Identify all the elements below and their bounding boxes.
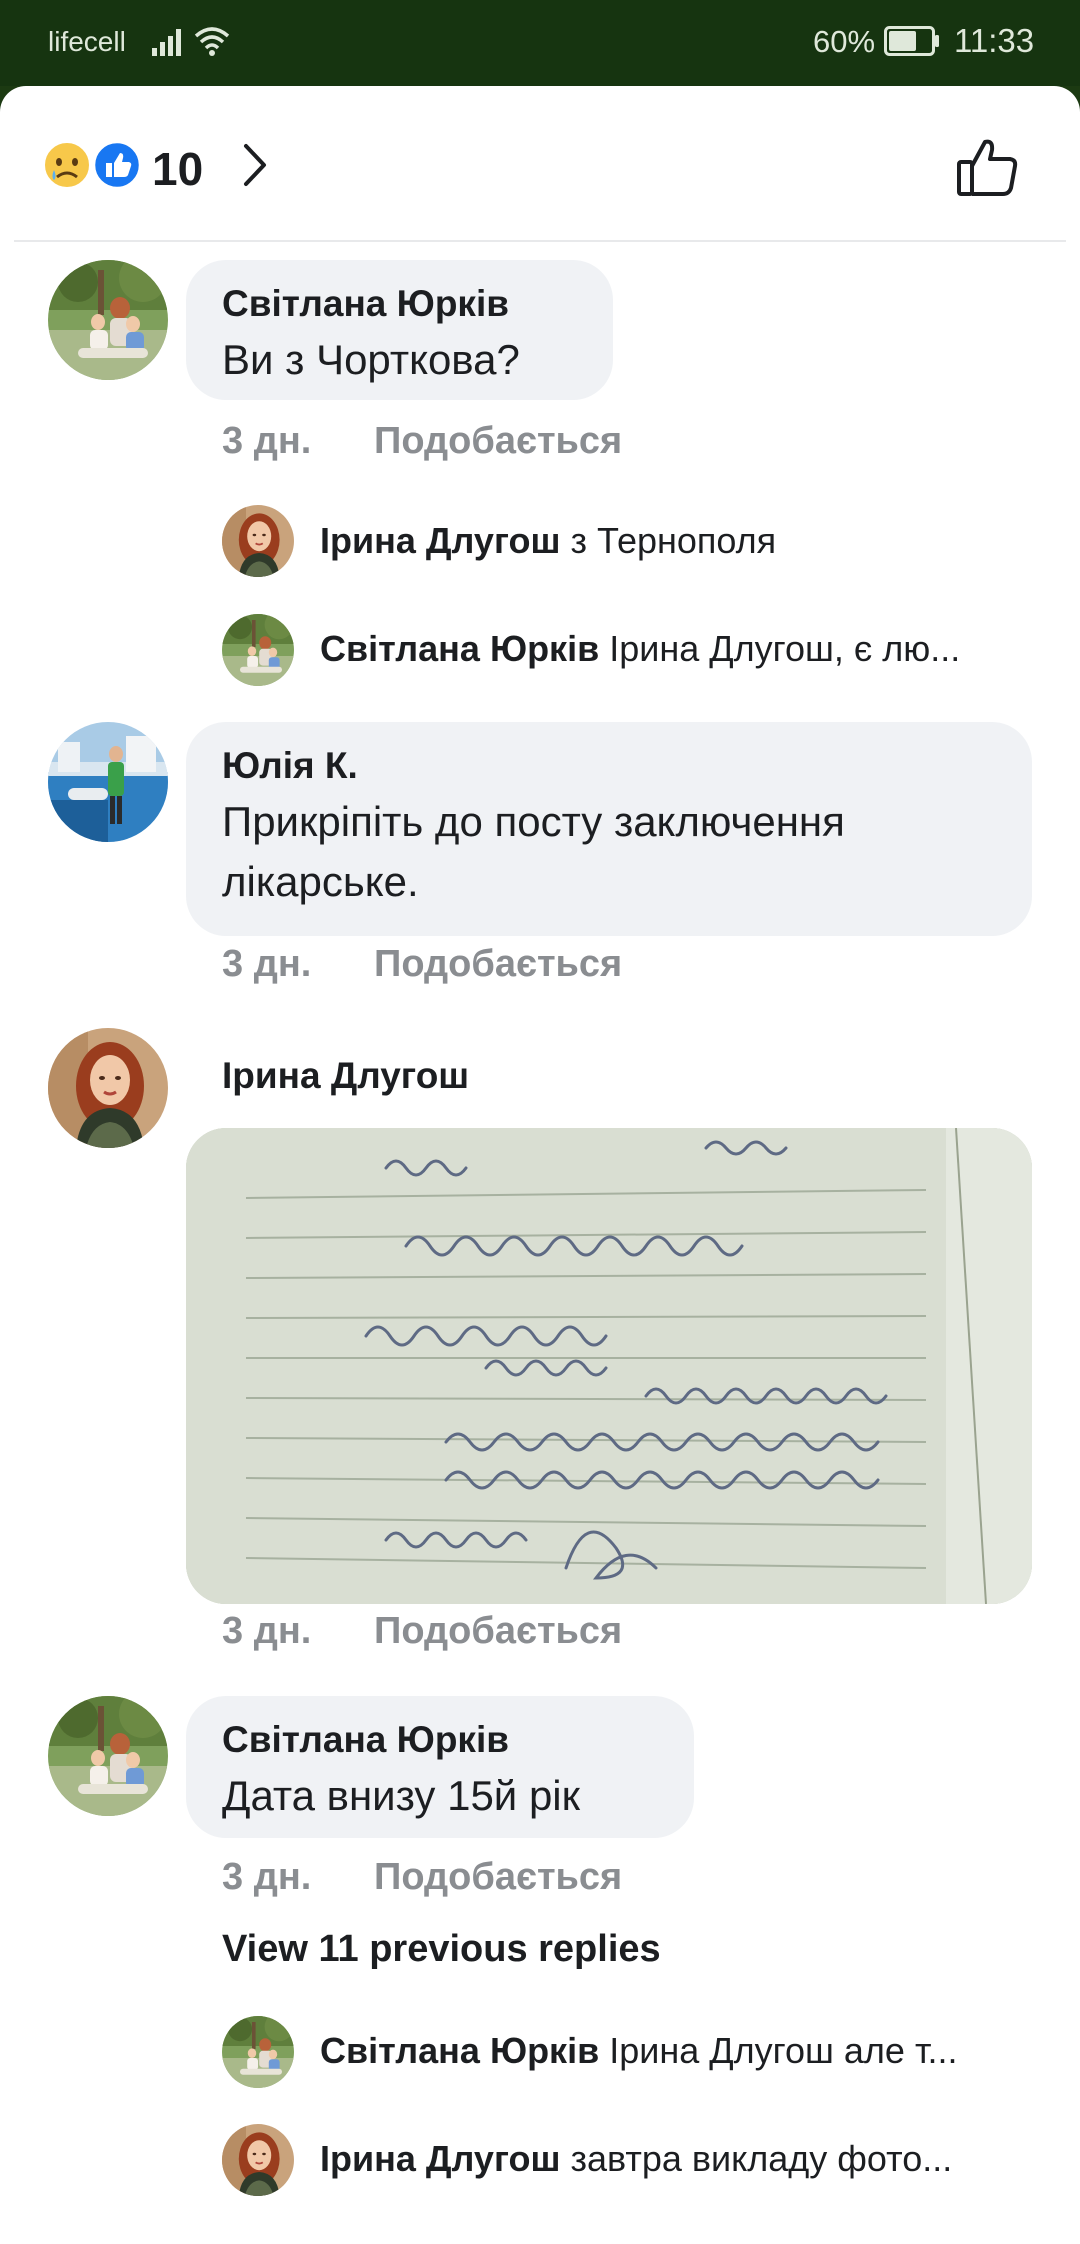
sad-face-icon[interactable] (42, 140, 92, 190)
comment-author[interactable]: Юлія К. (222, 744, 996, 788)
avatar-iryna[interactable] (48, 1028, 168, 1148)
like-link[interactable]: Подобається (374, 1610, 622, 1652)
reply-author: Ірина Длугош (320, 2138, 561, 2179)
comment-meta: 3 дн. Подобається (222, 1610, 622, 1653)
signal-icon (152, 29, 181, 56)
reply-row[interactable]: Світлана Юрків Ірина Длугош але т... (320, 2030, 957, 2072)
header-divider (14, 240, 1066, 242)
like-icon[interactable] (92, 140, 142, 190)
comment-age: 3 дн. (222, 1856, 312, 1898)
like-link[interactable]: Подобається (374, 1856, 622, 1898)
chevron-right-icon[interactable] (238, 140, 272, 190)
comment-age: 3 дн. (222, 1610, 312, 1652)
avatar-svitlana[interactable] (48, 1696, 168, 1816)
reply-text: Ірина Длугош, є лю... (609, 628, 961, 669)
document-photo-image (186, 1128, 1032, 1604)
comment-meta: 3 дн. Подобається (222, 943, 622, 986)
reply-text: завтра викладу фото... (570, 2138, 953, 2179)
battery-percent: 60% (813, 24, 876, 59)
comment-meta: 3 дн. Подобається (222, 420, 622, 463)
reply-author: Ірина Длугош (320, 520, 561, 561)
battery-icon (884, 26, 939, 56)
comments-sheet: 10 Світлана Юрків Ви з Чорткова? 3 дн. По… (0, 86, 1080, 2244)
wifi-icon (194, 27, 230, 56)
comment-text: Прикріпіть до посту заключення лікарське… (222, 798, 845, 905)
avatar-iryna[interactable] (222, 2124, 294, 2196)
reply-author: Світлана Юрків (320, 628, 600, 669)
comment-text: Дата внизу 15й рік (222, 1772, 581, 1819)
carrier-label: lifecell (48, 26, 126, 57)
avatar-svitlana[interactable] (222, 2016, 294, 2088)
reply-text: Ірина Длугош але т... (609, 2030, 958, 2071)
reactions-header: 10 (0, 86, 1080, 242)
like-link[interactable]: Подобається (374, 420, 622, 462)
comment-author[interactable]: Світлана Юрків (222, 1718, 658, 1762)
avatar-svitlana[interactable] (48, 260, 168, 380)
comment-author[interactable]: Ірина Длугош (222, 1054, 469, 1098)
reply-row[interactable]: Світлана Юрків Ірина Длугош, є лю... (320, 628, 960, 670)
comment-age: 3 дн. (222, 420, 312, 462)
comment-age: 3 дн. (222, 943, 312, 985)
avatar-svitlana[interactable] (222, 614, 294, 686)
comment-meta: 3 дн. Подобається (222, 1856, 622, 1899)
comment-text: Ви з Чорткова? (222, 336, 520, 383)
reply-row[interactable]: Ірина Длугош з Тернополя (320, 520, 776, 562)
like-link[interactable]: Подобається (374, 943, 622, 985)
comment-bubble: Юлія К. Прикріпіть до посту заключення л… (186, 722, 1032, 936)
reply-row[interactable]: Ірина Длугош завтра викладу фото... (320, 2138, 952, 2180)
reaction-count[interactable]: 10 (152, 142, 203, 196)
like-outline-icon[interactable] (955, 134, 1021, 200)
reply-author: Світлана Юрків (320, 2030, 600, 2071)
view-previous-replies-link[interactable]: View 11 previous replies (222, 1928, 661, 1971)
clock: 11:33 (954, 22, 1035, 59)
avatar-yulia[interactable] (48, 722, 168, 842)
reply-text: з Тернополя (570, 520, 777, 561)
status-bar: lifecell 60% 11:33 (0, 0, 1080, 86)
avatar-iryna[interactable] (222, 505, 294, 577)
comment-author[interactable]: Світлана Юрків (222, 282, 577, 326)
document-photo[interactable] (186, 1128, 1032, 1604)
comment-bubble: Світлана Юрків Дата внизу 15й рік (186, 1696, 694, 1838)
comment-bubble: Світлана Юрків Ви з Чорткова? (186, 260, 613, 400)
